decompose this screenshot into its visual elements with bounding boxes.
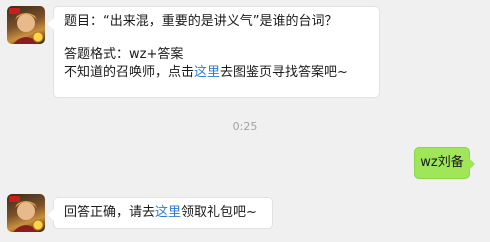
user-reply-bubble: wz刘备 (414, 147, 475, 179)
bot-avatar-icon[interactable] (7, 6, 45, 44)
answer-suffix: 领取礼包吧~ (181, 205, 257, 220)
gallery-link[interactable]: 这里 (194, 65, 220, 80)
hint-text: 不知道的召唤师，点击这里去图鉴页寻找答案吧~ (64, 64, 369, 82)
bot-avatar-icon[interactable] (7, 194, 45, 232)
question-message-bubble: 题目：“出来混，重要的是讲义气”是谁的台词？ 答题格式：wz+答案 不知道的召唤… (48, 6, 380, 98)
question-text: 题目：“出来混，重要的是讲义气”是谁的台词？ (64, 14, 338, 29)
answer-prefix: 回答正确，请去 (64, 205, 156, 220)
hint-suffix: 去图鉴页寻找答案吧~ (220, 65, 348, 80)
message-timestamp: 0:25 (232, 120, 258, 133)
answer-message-bubble: 回答正确，请去这里领取礼包吧~ (48, 197, 273, 229)
hint-prefix: 不知道的召唤师，点击 (64, 65, 195, 80)
answer-format-text: 答题格式：wz+答案 (64, 47, 184, 62)
reward-link[interactable]: 这里 (155, 205, 181, 220)
